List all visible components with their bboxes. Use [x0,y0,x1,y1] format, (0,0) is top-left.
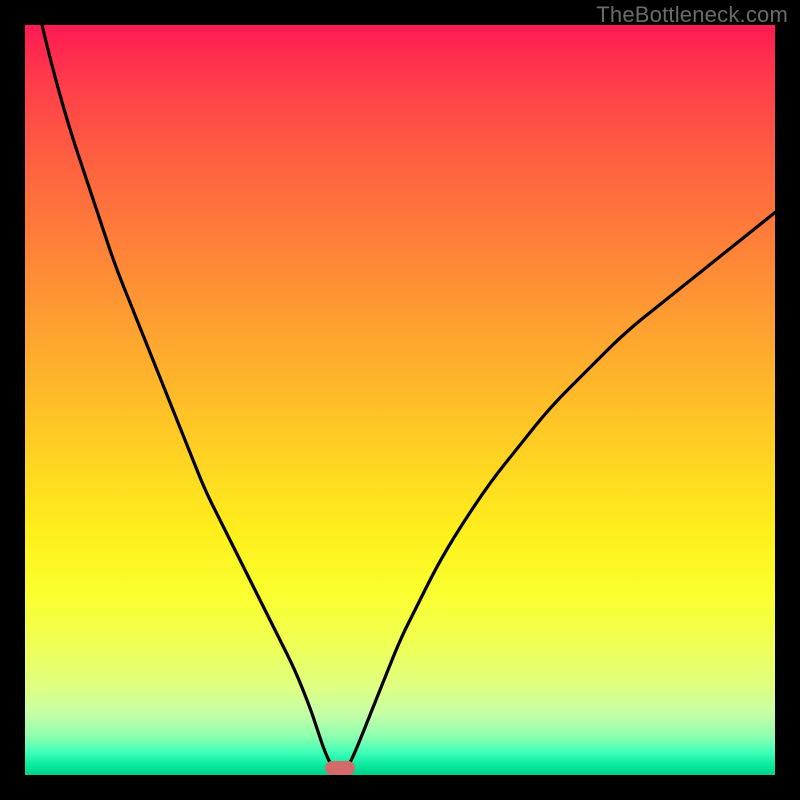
plot-area [25,25,775,775]
chart-frame: TheBottleneck.com [0,0,800,800]
optimum-marker [325,761,355,775]
bottleneck-curve [25,25,775,775]
watermark-text: TheBottleneck.com [596,2,788,28]
